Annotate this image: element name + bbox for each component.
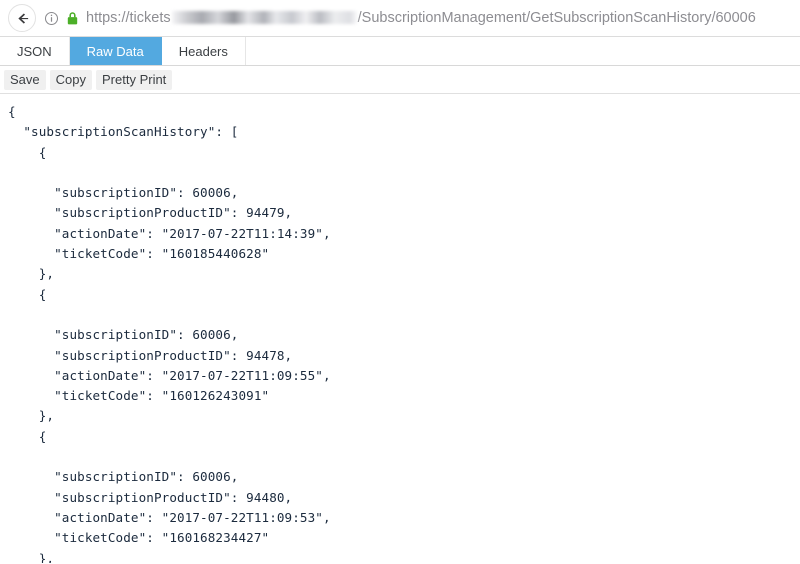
url-redacted-segment bbox=[171, 10, 357, 24]
raw-response-pane[interactable]: { "subscriptionScanHistory": [ { "subscr… bbox=[0, 94, 800, 563]
raw-json-text: { "subscriptionScanHistory": [ { "subscr… bbox=[8, 104, 331, 563]
arrow-left-icon bbox=[17, 12, 28, 24]
response-action-toolbar: Save Copy Pretty Print bbox=[0, 66, 800, 94]
url-bar[interactable]: https://tickets /SubscriptionManagement/… bbox=[86, 0, 756, 37]
devtools-tab-strip: JSON Raw Data Headers bbox=[0, 37, 800, 66]
back-button[interactable] bbox=[8, 4, 36, 32]
copy-button[interactable]: Copy bbox=[49, 69, 92, 90]
pretty-print-button[interactable]: Pretty Print bbox=[96, 69, 173, 90]
tab-json-label: JSON bbox=[17, 43, 52, 59]
tab-raw-data-label: Raw Data bbox=[86, 43, 144, 59]
url-prefix: https://tickets bbox=[86, 9, 171, 26]
tab-headers-label: Headers bbox=[178, 43, 228, 59]
green-padlock-icon[interactable] bbox=[65, 10, 79, 26]
browser-navigation-bar: https://tickets /SubscriptionManagement/… bbox=[0, 0, 800, 37]
tab-strip-filler bbox=[245, 37, 800, 65]
info-circle-icon[interactable] bbox=[43, 10, 59, 26]
tab-raw-data[interactable]: Raw Data bbox=[69, 37, 162, 65]
tab-json[interactable]: JSON bbox=[0, 37, 70, 65]
url-suffix: /SubscriptionManagement/GetSubscriptionS… bbox=[357, 9, 756, 26]
save-button[interactable]: Save bbox=[4, 69, 46, 90]
tab-headers[interactable]: Headers bbox=[161, 37, 246, 65]
